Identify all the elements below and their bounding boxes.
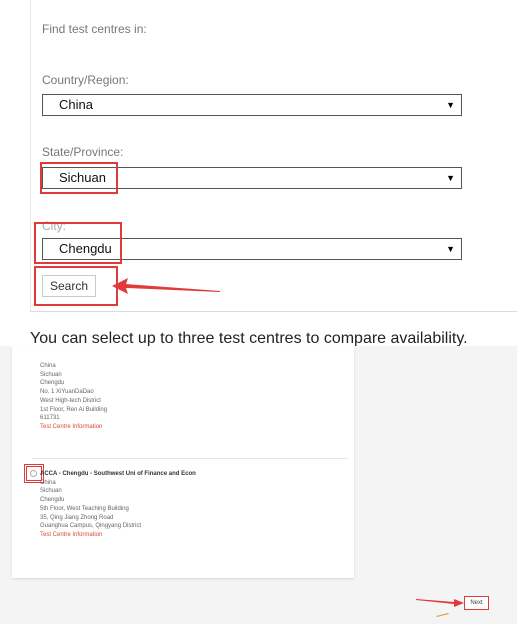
instruction-caption: You can select up to three test centres … xyxy=(30,330,468,346)
centre-name: ACCA - Chengdu - Southwest Uni of Financ… xyxy=(40,471,196,477)
address-line: Guanghua Campus, Qingyang District xyxy=(40,523,142,530)
test-centre-info-link[interactable]: Test Centre Information xyxy=(40,531,196,540)
country-select[interactable]: China ▼ xyxy=(42,94,462,116)
arrow-annotation-icon xyxy=(416,599,464,607)
arrow-annotation-icon xyxy=(436,613,449,617)
result-entry-2: ACCA - Chengdu - Southwest Uni of Financ… xyxy=(40,470,196,540)
search-highlight-box xyxy=(34,266,118,306)
address-line: 1st Floor, Ren Ai Building xyxy=(40,406,108,413)
state-highlight-box xyxy=(40,162,118,194)
address-line: 5th Floor, West Teaching Building xyxy=(40,505,129,512)
chevron-down-icon: ▼ xyxy=(446,244,455,254)
country-value: China xyxy=(59,97,93,112)
result-divider xyxy=(32,458,348,459)
address-line: Sichuan xyxy=(40,488,62,495)
address-line: Chengdu xyxy=(40,497,65,504)
address-line: Sichuan xyxy=(40,371,62,378)
panel-heading: Find test centres in: xyxy=(42,22,147,36)
country-label: Country/Region: xyxy=(42,73,129,87)
state-label: State/Province: xyxy=(42,145,124,159)
address-line: Chengdu xyxy=(40,380,65,387)
address-line: No. 1 XiYuanDaDao xyxy=(40,389,94,396)
address-line: West High-tech District xyxy=(40,397,101,404)
arrow-annotation-icon xyxy=(112,278,220,294)
address-line: China xyxy=(40,479,56,486)
result-entry-1: China Sichuan Chengdu No. 1 XiYuanDaDao … xyxy=(40,362,107,432)
chevron-down-icon: ▼ xyxy=(446,100,455,110)
address-line: 35, Qing Jiang Zhong Road xyxy=(40,514,114,521)
address-line: 611731 xyxy=(40,415,60,422)
chevron-down-icon: ▼ xyxy=(446,173,455,183)
next-button[interactable]: Next xyxy=(464,596,489,610)
address-line: China xyxy=(40,363,56,369)
test-centre-info-link[interactable]: Test Centre Information xyxy=(40,423,107,432)
city-highlight-box xyxy=(34,222,122,264)
